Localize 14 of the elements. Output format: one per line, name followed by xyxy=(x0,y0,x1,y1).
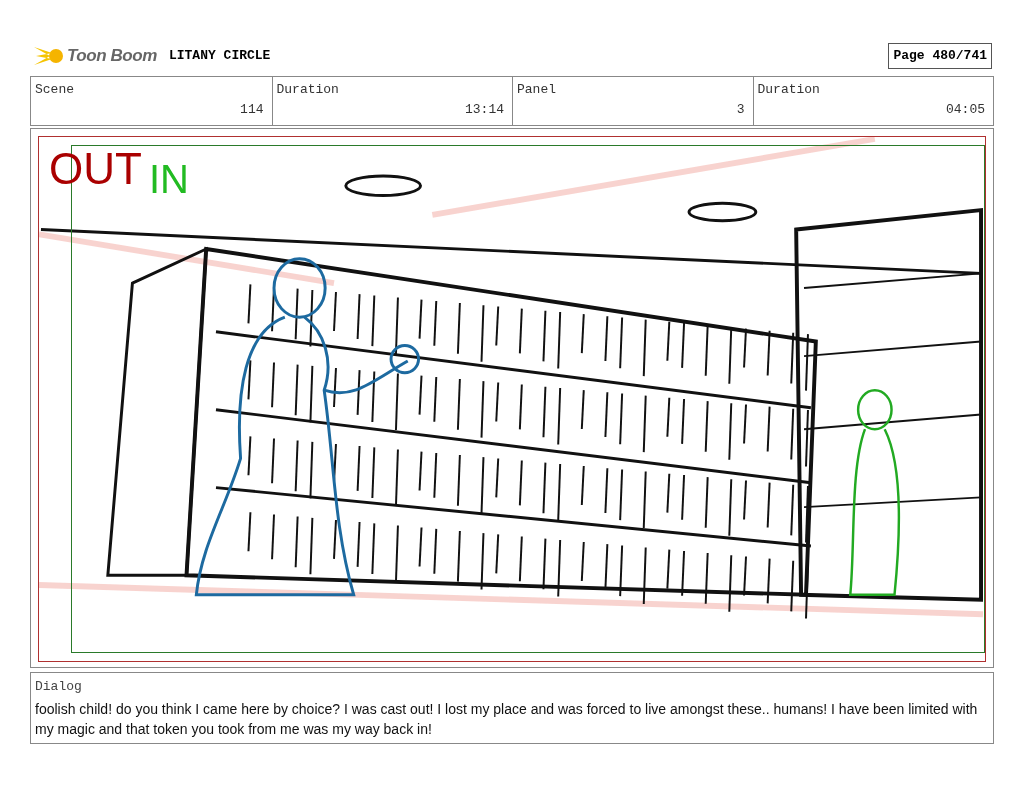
field-value: 04:05 xyxy=(946,100,985,119)
field-value: 13:14 xyxy=(465,100,504,119)
dialog-label: Dialog xyxy=(35,678,83,696)
field-value: 114 xyxy=(240,100,264,119)
page-number: Page 480/741 xyxy=(888,43,992,69)
field-label: Panel xyxy=(517,81,556,99)
logo-text: Toon Boom xyxy=(67,45,157,68)
project-title: LITANY CIRCLE xyxy=(168,47,271,66)
field-value: 3 xyxy=(736,100,745,119)
dialog-text: foolish child! do you think I came here by choice? I was cast out! I lost my place and was forced to live amongst these.. humans! I have been limited with my magic and that token you took from me was my way back in! xyxy=(35,699,979,739)
field-label: Duration xyxy=(276,81,339,99)
field-label: Scene xyxy=(35,81,74,99)
field-label: Duration xyxy=(757,81,820,99)
in-label: IN xyxy=(149,159,189,199)
